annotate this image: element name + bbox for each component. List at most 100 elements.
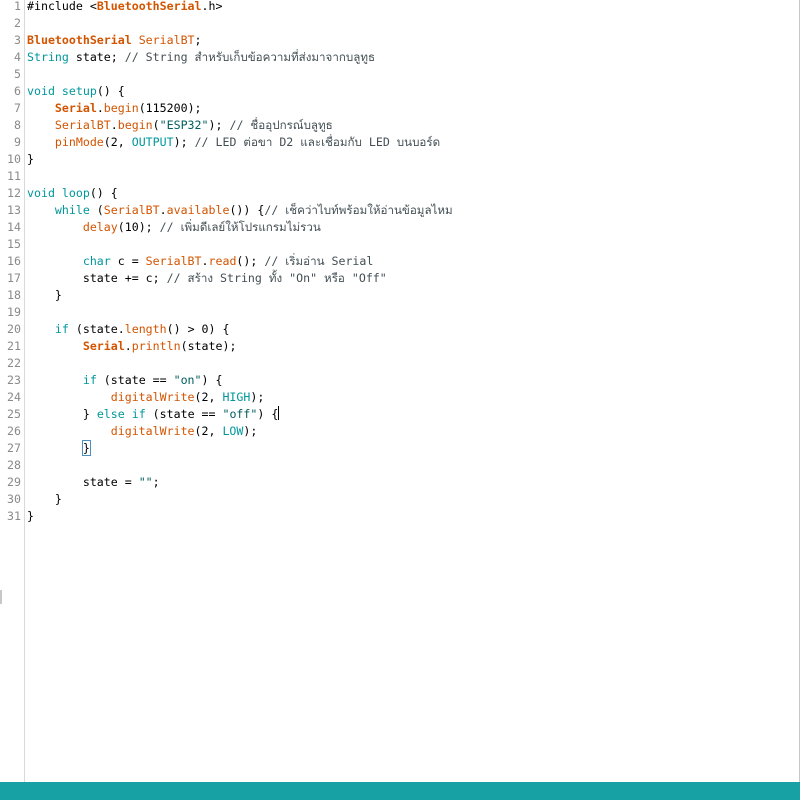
line-number: 8 — [14, 118, 21, 132]
line-number: 17 — [7, 271, 21, 285]
code-token: BluetoothSerial — [96, 0, 202, 13]
code-token: #include < — [27, 0, 97, 13]
code-text[interactable]: char c = SerialBT.read(); // เริ่มอ่าน S… — [27, 253, 374, 270]
line-number: 12 — [7, 186, 21, 200]
code-text[interactable]: } — [27, 508, 34, 525]
code-line[interactable]: 24 digitalWrite(2, HIGH); — [0, 389, 800, 406]
code-token: (state == — [145, 407, 223, 421]
code-line[interactable]: 25 } else if (state == "off") { — [0, 406, 800, 423]
status-bar — [0, 782, 800, 800]
code-text[interactable]: state = ""; — [27, 474, 160, 491]
line-number: 4 — [14, 50, 21, 64]
code-text[interactable]: SerialBT.begin("ESP32"); // ชื่ออุปกรณ์บ… — [27, 117, 333, 134]
code-line[interactable]: 5 — [0, 66, 800, 83]
code-token: () { — [89, 186, 118, 200]
code-text[interactable]: delay(10); // เพิ่มดีเลย์ให้โปรแกรมไม่รว… — [27, 219, 321, 236]
code-token: ; — [194, 33, 202, 47]
code-text[interactable]: } — [27, 287, 62, 304]
code-text[interactable]: while (SerialBT.available()) {// เช็คว่า… — [27, 202, 453, 219]
line-number: 7 — [14, 101, 21, 115]
code-token: void — [27, 84, 55, 98]
code-token: void — [27, 186, 55, 200]
code-token: (); — [236, 254, 265, 268]
code-text[interactable]: state += c; // สร้าง String ทั้ง "On" หร… — [27, 270, 387, 287]
code-token: } — [27, 492, 62, 506]
code-line[interactable]: 17 state += c; // สร้าง String ทั้ง "On"… — [0, 270, 800, 287]
code-token: delay — [82, 220, 118, 234]
line-number: 23 — [7, 373, 21, 387]
code-line[interactable]: 9 pinMode(2, OUTPUT); // LED ต่อขา D2 แล… — [0, 134, 800, 151]
code-line[interactable]: 27 } — [0, 440, 800, 457]
code-line[interactable]: 22 — [0, 355, 800, 372]
code-line[interactable]: 31} — [0, 508, 800, 525]
code-text[interactable]: } — [27, 151, 34, 168]
code-token: (state. — [68, 322, 125, 336]
code-token: if — [54, 322, 69, 336]
code-line[interactable]: 13 while (SerialBT.available()) {// เช็ค… — [0, 202, 800, 219]
code-text[interactable]: } else if (state == "off") { — [27, 406, 280, 423]
code-line[interactable]: 20 if (state.length() > 0) { — [0, 321, 800, 338]
text-caret — [278, 406, 280, 420]
line-number: 13 — [7, 203, 21, 217]
code-text[interactable]: pinMode(2, OUTPUT); // LED ต่อขา D2 และเ… — [27, 134, 440, 151]
code-text[interactable]: String state; // String สำหรับเก็บข้อควา… — [27, 49, 375, 66]
code-line[interactable]: 15 — [0, 236, 800, 253]
code-line[interactable]: 28 — [0, 457, 800, 474]
code-text[interactable]: digitalWrite(2, LOW); — [27, 423, 258, 440]
code-line[interactable]: 7 Serial.begin(115200); — [0, 100, 800, 117]
code-token: read — [208, 254, 237, 268]
code-text[interactable]: BluetoothSerial SerialBT; — [27, 32, 202, 49]
code-token: ; — [152, 475, 160, 489]
code-token: } — [27, 407, 97, 421]
code-text[interactable]: #include <BluetoothSerial.h> — [27, 0, 222, 15]
code-line[interactable]: 6 void setup() { — [0, 83, 800, 100]
code-line[interactable]: 12 void loop() { — [0, 185, 800, 202]
code-line[interactable]: 18 } — [0, 287, 800, 304]
line-number: 29 — [7, 475, 21, 489]
code-token: state = — [27, 475, 139, 489]
code-line[interactable]: 29 state = ""; — [0, 474, 800, 491]
code-line[interactable]: 30 } — [0, 491, 800, 508]
code-line[interactable]: 3 BluetoothSerial SerialBT; — [0, 32, 800, 49]
code-text[interactable]: Serial.println(state); — [27, 338, 237, 355]
code-editor[interactable]: 1 #include <BluetoothSerial.h> 2 3 Bluetooth… — [0, 0, 800, 782]
code-line[interactable]: 8 SerialBT.begin("ESP32"); // ชื่ออุปกรณ… — [0, 117, 800, 134]
code-line[interactable]: 16 char c = SerialBT.read(); // เริ่มอ่า… — [0, 253, 800, 270]
code-token: // สร้าง String ทั้ง "On" หรือ "Off" — [166, 271, 387, 285]
code-token: length — [124, 322, 167, 336]
line-number: 22 — [7, 356, 21, 370]
code-text[interactable]: if (state == "on") { — [27, 372, 223, 389]
code-line[interactable]: 4 String state; // String สำหรับเก็บข้อคว… — [0, 49, 800, 66]
code-token: loop — [61, 186, 90, 200]
code-text[interactable]: digitalWrite(2, HIGH); — [27, 389, 265, 406]
code-token: ) { — [257, 407, 279, 421]
code-token: digitalWrite — [110, 424, 195, 438]
code-line[interactable]: 21 Serial.println(state); — [0, 338, 800, 355]
code-line[interactable]: 23 if (state == "on") { — [0, 372, 800, 389]
code-token: println — [131, 339, 181, 353]
code-token: state += c; — [27, 271, 167, 285]
code-text[interactable]: void setup() { — [27, 83, 125, 100]
code-text[interactable]: if (state.length() > 0) { — [27, 321, 230, 338]
code-line[interactable]: 2 — [0, 15, 800, 32]
code-text[interactable]: void loop() { — [27, 185, 118, 202]
code-text[interactable]: Serial.begin(115200); — [27, 100, 202, 117]
code-text[interactable]: } — [27, 491, 62, 508]
line-number: 2 — [14, 16, 21, 30]
line-number: 6 — [14, 84, 21, 98]
code-line[interactable]: 14 delay(10); // เพิ่มดีเลย์ให้โปรแกรมไม… — [0, 219, 800, 236]
code-text[interactable]: } — [27, 440, 91, 457]
code-line[interactable]: 1 #include <BluetoothSerial.h> — [0, 0, 800, 15]
code-token: // เพิ่มดีเลย์ให้โปรแกรมไม่รวน — [159, 220, 321, 234]
code-line[interactable]: 10} — [0, 151, 800, 168]
code-token: String — [27, 50, 69, 64]
code-line[interactable]: 26 digitalWrite(2, LOW); — [0, 423, 800, 440]
code-line[interactable]: 11 — [0, 168, 800, 185]
code-line[interactable]: 19 — [0, 304, 800, 321]
